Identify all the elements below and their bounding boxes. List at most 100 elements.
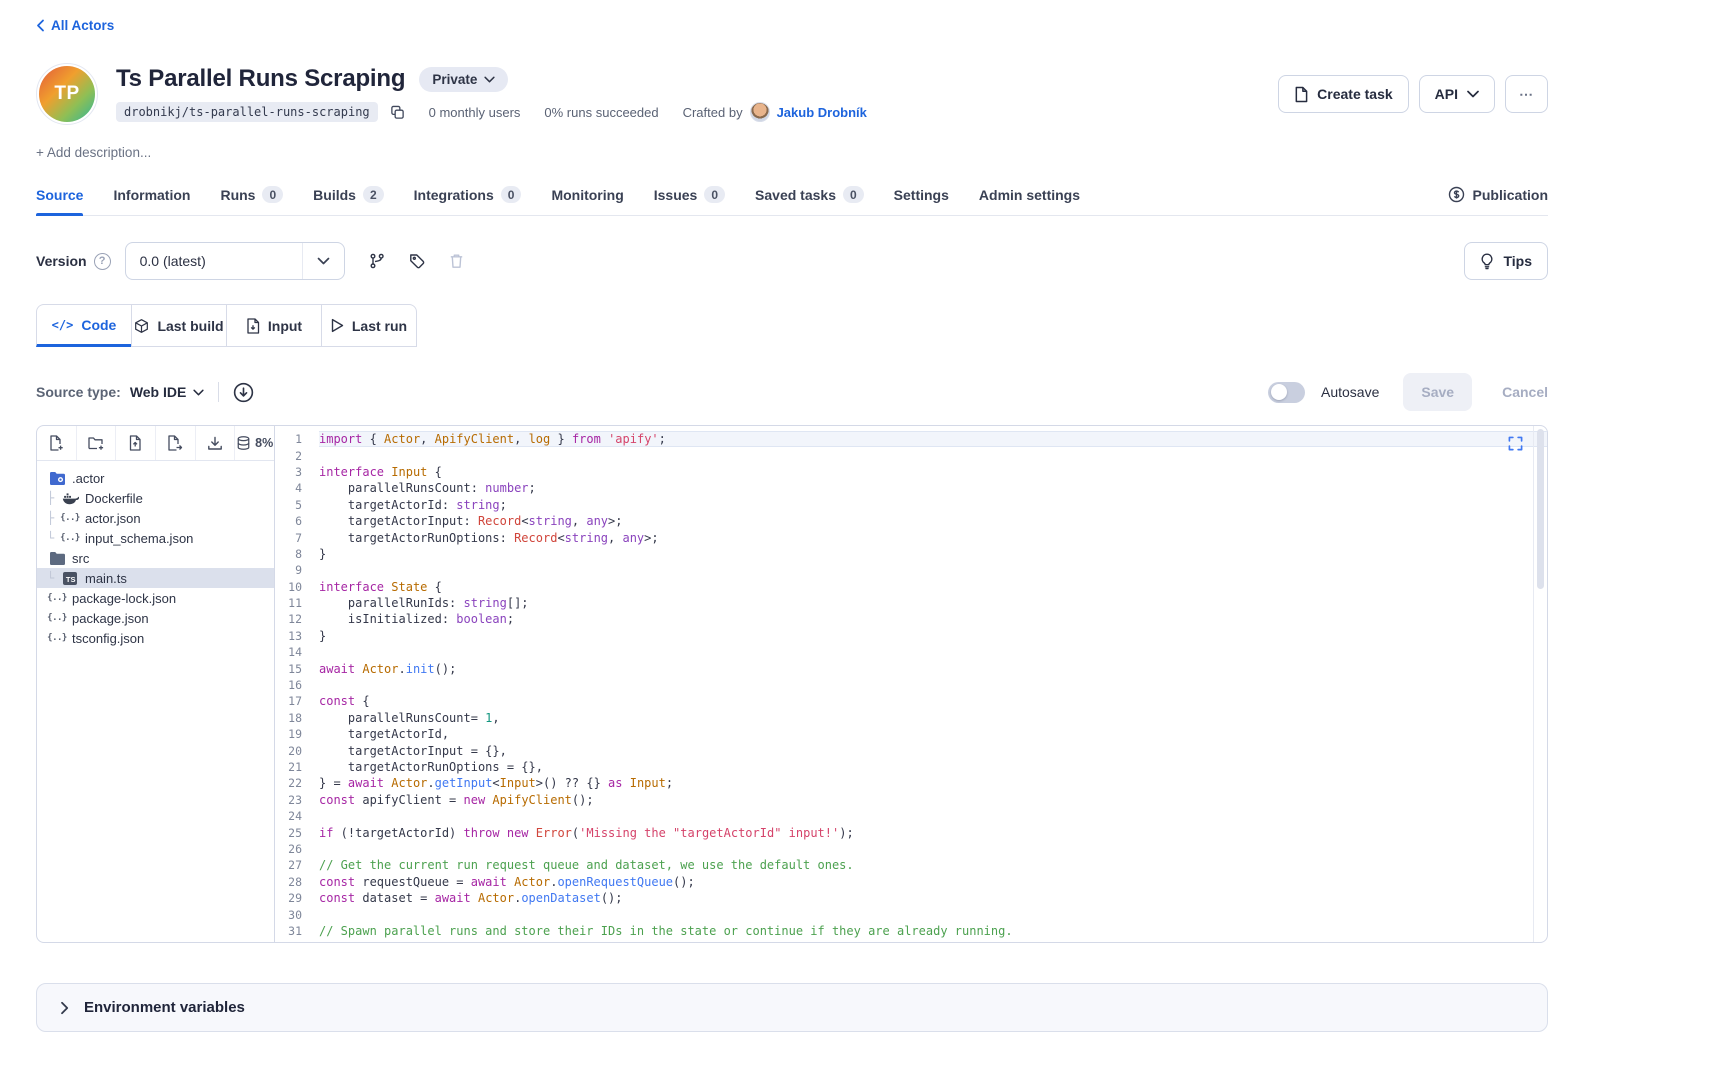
tab-publication[interactable]: Publication xyxy=(1448,186,1548,203)
tab-saved-tasks[interactable]: Saved tasks0 xyxy=(755,174,864,215)
file-tree-item-dockerfile[interactable]: ├Dockerfile xyxy=(37,488,274,508)
code-line[interactable]: 17const { xyxy=(275,693,1547,709)
code-line[interactable]: 6 targetActorInput: Record<string, any>; xyxy=(275,513,1547,529)
copy-handle-button[interactable] xyxy=(390,105,405,120)
code-line[interactable]: 24 xyxy=(275,808,1547,824)
file-tree-item-input-schema-json[interactable]: └{..}input_schema.json xyxy=(37,528,274,548)
help-icon[interactable]: ? xyxy=(94,253,111,270)
author-link[interactable]: Jakub Drobník xyxy=(777,105,867,120)
code-line[interactable]: 31// Spawn parallel runs and store their… xyxy=(275,923,1547,939)
cancel-button[interactable]: Cancel xyxy=(1502,384,1548,400)
file-tree-item-package-json[interactable]: {..}package.json xyxy=(37,608,274,628)
git-branch-icon[interactable] xyxy=(369,253,385,269)
more-actions-button[interactable]: ⋯ xyxy=(1505,75,1548,113)
line-number: 8 xyxy=(275,547,319,561)
code-line[interactable]: 10interface State { xyxy=(275,579,1547,595)
code-line[interactable]: 23const apifyClient = new ApifyClient(); xyxy=(275,792,1547,808)
api-dropdown-button[interactable]: API xyxy=(1419,75,1495,113)
file-tree-item-main-ts[interactable]: └TSmain.ts xyxy=(37,568,274,588)
file-tree-item--actor[interactable]: .actor xyxy=(37,468,274,488)
upload-file-button[interactable] xyxy=(116,426,156,460)
tab-builds[interactable]: Builds2 xyxy=(313,174,383,215)
fullscreen-icon[interactable] xyxy=(1508,436,1523,456)
tips-button[interactable]: Tips xyxy=(1464,242,1548,280)
task-file-icon xyxy=(1294,86,1308,103)
file-tree-item-package-lock-json[interactable]: {..}package-lock.json xyxy=(37,588,274,608)
create-task-button[interactable]: Create task xyxy=(1278,75,1409,113)
code-line[interactable]: 19 targetActorId, xyxy=(275,726,1547,742)
file-tree-item-src[interactable]: src xyxy=(37,548,274,568)
code-line[interactable]: 25if (!targetActorId) throw new Error('M… xyxy=(275,824,1547,840)
breadcrumb[interactable]: All Actors xyxy=(36,0,114,33)
code-line[interactable]: 12 isInitialized: boolean; xyxy=(275,611,1547,627)
code-line[interactable]: 8} xyxy=(275,546,1547,562)
code-line[interactable]: 16 xyxy=(275,677,1547,693)
code-line[interactable]: 28const requestQueue = await Actor.openR… xyxy=(275,874,1547,890)
source-type-select[interactable]: Web IDE xyxy=(130,384,205,400)
json-file-icon: {..} xyxy=(60,513,80,523)
view-tab-last-run[interactable]: Last run xyxy=(321,304,417,347)
new-folder-button[interactable] xyxy=(77,426,117,460)
code-line[interactable]: 29const dataset = await Actor.openDatase… xyxy=(275,890,1547,906)
code-line[interactable]: 9 xyxy=(275,562,1547,578)
line-number: 9 xyxy=(275,563,319,577)
code-line[interactable]: 7 targetActorRunOptions: Record<string, … xyxy=(275,529,1547,545)
file-tree-item-tsconfig-json[interactable]: {..}tsconfig.json xyxy=(37,628,274,648)
code-line[interactable]: 22} = await Actor.getInput<Input>() ?? {… xyxy=(275,775,1547,791)
line-number: 27 xyxy=(275,858,319,872)
line-content: const { xyxy=(319,693,1547,709)
code-line[interactable]: 27// Get the current run request queue a… xyxy=(275,857,1547,873)
view-tab-last-build[interactable]: Last build xyxy=(131,304,227,347)
tab-settings[interactable]: Settings xyxy=(894,174,949,215)
divider xyxy=(218,382,219,402)
code-line[interactable]: 4 parallelRunsCount: number; xyxy=(275,480,1547,496)
tab-issues[interactable]: Issues0 xyxy=(654,174,725,215)
tab-information[interactable]: Information xyxy=(113,174,190,215)
code-line[interactable]: 26 xyxy=(275,841,1547,857)
code-line[interactable]: 13} xyxy=(275,628,1547,644)
import-file-button[interactable] xyxy=(156,426,196,460)
tab-source[interactable]: Source xyxy=(36,174,83,215)
delete-version-icon[interactable] xyxy=(449,253,464,269)
download-all-button[interactable] xyxy=(196,426,236,460)
code-line[interactable]: 18 parallelRunsCount= 1, xyxy=(275,710,1547,726)
tab-integrations[interactable]: Integrations0 xyxy=(414,174,522,215)
code-line[interactable]: 2 xyxy=(275,447,1547,463)
code-line[interactable]: 1import { Actor, ApifyClient, log } from… xyxy=(275,431,1547,447)
code-editor[interactable]: 1import { Actor, ApifyClient, log } from… xyxy=(275,426,1547,942)
json-file-icon: {..} xyxy=(60,533,80,543)
tab-runs[interactable]: Runs0 xyxy=(220,174,283,215)
download-source-icon[interactable] xyxy=(233,382,254,403)
code-line[interactable]: 3interface Input { xyxy=(275,464,1547,480)
line-number: 28 xyxy=(275,875,319,889)
version-select[interactable]: 0.0 (latest) xyxy=(125,242,345,280)
code-line[interactable]: 20 targetActorInput = {}, xyxy=(275,742,1547,758)
chevron-down-icon xyxy=(1467,90,1479,98)
code-line[interactable]: 14 xyxy=(275,644,1547,660)
autosave-toggle[interactable] xyxy=(1268,382,1305,403)
scrollbar-thumb[interactable] xyxy=(1537,429,1544,589)
play-icon xyxy=(331,318,344,333)
code-line[interactable]: 11 parallelRunIds: string[]; xyxy=(275,595,1547,611)
add-description-button[interactable]: + Add description... xyxy=(36,145,151,160)
code-line[interactable]: 5 targetActorId: string; xyxy=(275,497,1547,513)
tree-branch-line: └ xyxy=(47,571,60,585)
tab-monitoring[interactable]: Monitoring xyxy=(551,174,623,215)
visibility-dropdown[interactable]: Private xyxy=(419,67,508,92)
actor-avatar-initials: TP xyxy=(39,66,95,122)
environment-variables-panel[interactable]: Environment variables xyxy=(36,983,1548,1032)
save-button[interactable]: Save xyxy=(1403,373,1472,411)
line-number: 21 xyxy=(275,760,319,774)
code-line[interactable]: 30 xyxy=(275,906,1547,922)
new-file-button[interactable] xyxy=(37,426,77,460)
view-tab-code[interactable]: </>Code xyxy=(36,304,132,347)
editor-scrollbar[interactable] xyxy=(1533,426,1547,942)
storage-usage-button[interactable]: 8% xyxy=(235,426,274,460)
tab-admin-settings[interactable]: Admin settings xyxy=(979,174,1080,215)
line-content: import { Actor, ApifyClient, log } from … xyxy=(319,431,1547,447)
view-tab-input[interactable]: Input xyxy=(226,304,322,347)
tag-icon[interactable] xyxy=(409,253,425,269)
file-tree-item-actor-json[interactable]: ├{..}actor.json xyxy=(37,508,274,528)
code-line[interactable]: 15await Actor.init(); xyxy=(275,660,1547,676)
code-line[interactable]: 21 targetActorRunOptions = {}, xyxy=(275,759,1547,775)
